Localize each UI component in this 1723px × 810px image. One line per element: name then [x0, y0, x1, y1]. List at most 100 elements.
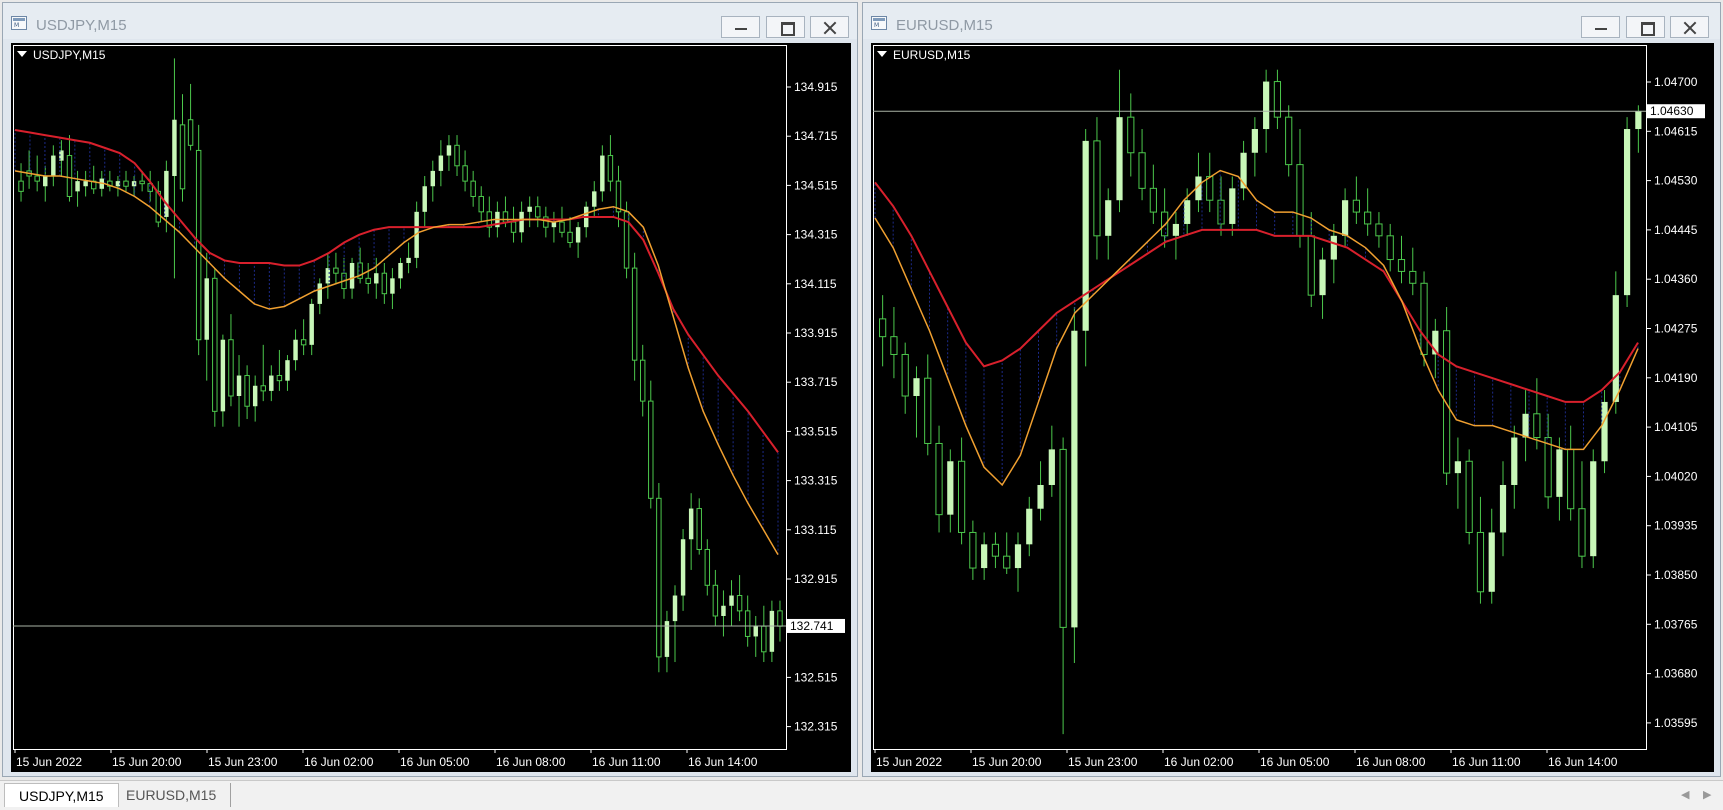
candle-body-bull — [83, 181, 88, 187]
price-chart[interactable]: 134.915 134.715 134.515 134.315 134.115 133.9… — [11, 43, 851, 772]
price-tick-label: 1.03595 — [1654, 716, 1698, 730]
candle-body-bear — [502, 211, 509, 223]
candle-body-bull — [406, 257, 411, 263]
candle-body-bull — [309, 303, 314, 345]
candle-body-bear — [777, 610, 783, 627]
candle-body-bear — [365, 277, 371, 284]
chart-canvas[interactable]: 134.915 134.715 134.515 134.315 134.115 133.9… — [11, 43, 851, 772]
candle-body-bull — [51, 155, 56, 177]
maximize-button[interactable] — [1626, 16, 1665, 38]
candle-body-bear — [1127, 116, 1135, 154]
maximize-button[interactable] — [766, 16, 805, 38]
close-button[interactable] — [1670, 16, 1709, 38]
candle-body-bull — [527, 206, 532, 212]
candle-body-bear — [901, 353, 909, 397]
candle-body-bull — [1522, 413, 1529, 438]
candle-body-bull — [220, 339, 226, 412]
candle-body-bull — [1319, 259, 1326, 296]
candle-body-bull — [43, 176, 48, 187]
candle-body-bull — [1105, 200, 1112, 236]
candle-body-bull — [1635, 111, 1642, 130]
candle-body-bear — [957, 460, 966, 533]
plot-frame — [13, 45, 787, 750]
close-button[interactable] — [810, 16, 849, 38]
candle-body-bear — [761, 625, 767, 653]
candle-body-bear — [639, 359, 646, 402]
candle-body-bear — [736, 595, 743, 612]
candle-body-bear — [935, 442, 943, 516]
candle-body-bear — [704, 548, 711, 586]
candle-body-bear — [1409, 270, 1417, 284]
price-tick-label: 1.03850 — [1654, 568, 1698, 582]
price-tick-label: 1.04445 — [1654, 223, 1698, 237]
candle-body-bear — [139, 180, 145, 185]
candle-body-bull — [1341, 200, 1349, 236]
ma-slow-line — [14, 128, 779, 453]
window-titlebar[interactable]: M EURUSD,M15 — [863, 3, 1720, 39]
candle-body-bull — [398, 262, 403, 279]
candle-body-bull — [390, 278, 395, 294]
chart-window-usdjpy[interactable]: M USDJPY,M15 134.915 134.715 134.515 134.31… — [2, 2, 858, 777]
candle-body-bear — [1567, 448, 1575, 510]
price-tick-label: 1.03765 — [1654, 617, 1698, 631]
price-chart[interactable]: 1.04700 1.04615 1.04530 1.04445 1.04360 1.042… — [871, 43, 1714, 772]
candle-body-bear — [559, 221, 565, 233]
current-price-label: 132.741 — [790, 619, 834, 633]
candle-body-bull — [75, 181, 80, 192]
time-tick-label: 15 Jun 20:00 — [112, 755, 182, 769]
time-tick-label: 15 Jun 2022 — [876, 755, 942, 769]
candle-body-bull — [600, 155, 605, 192]
candle-body-bull — [1014, 544, 1022, 569]
price-tick-label: 132.915 — [794, 572, 838, 586]
tab-eurusd[interactable]: EURUSD,M15 — [112, 783, 232, 807]
chart-canvas[interactable]: 1.04700 1.04615 1.04530 1.04445 1.04360 1.042… — [871, 43, 1714, 772]
candle-body-bear — [260, 385, 266, 392]
candle-body-bull — [688, 508, 694, 540]
candle-body-bear — [187, 119, 194, 146]
candle-body-bear — [1296, 164, 1304, 237]
candle-body-bear — [244, 375, 250, 407]
chart-window-eurusd[interactable]: M EURUSD,M15 1.04700 1.04615 1.04530 1.0444… — [862, 2, 1721, 777]
chart-window-icon: M — [871, 16, 887, 30]
time-tick-label: 15 Jun 23:00 — [208, 755, 278, 769]
candle-body-bear — [543, 216, 549, 228]
tab-usdjpy[interactable]: USDJPY,M15 — [4, 783, 119, 807]
candle-body-bear — [631, 267, 638, 361]
time-tick-label: 16 Jun 05:00 — [400, 755, 470, 769]
tab-scroll-left-icon[interactable]: ◀ — [1681, 788, 1689, 801]
candle-body-bull — [204, 278, 209, 340]
price-tick-label: 1.04275 — [1654, 322, 1698, 336]
price-tick-label: 132.315 — [794, 720, 838, 734]
candle-body-bear — [890, 336, 898, 355]
candle-body-bull — [551, 222, 557, 228]
candle-body-bull — [1263, 81, 1270, 130]
time-tick-label: 15 Jun 2022 — [16, 755, 82, 769]
time-tick-label: 16 Jun 02:00 — [1164, 755, 1234, 769]
window-titlebar[interactable]: M USDJPY,M15 — [3, 3, 857, 39]
tab-scroll-right-icon[interactable]: ▶ — [1703, 788, 1711, 801]
price-tick-label: 132.515 — [794, 670, 838, 684]
candle-body-bear — [1443, 330, 1451, 474]
candle-body-bull — [1184, 200, 1191, 224]
candles-group — [879, 69, 1642, 735]
minimize-button[interactable] — [1581, 16, 1620, 38]
candles-group — [18, 58, 783, 673]
candle-body-bull — [519, 211, 524, 233]
time-tick-label: 16 Jun 14:00 — [688, 755, 758, 769]
chart-symbol-label[interactable]: EURUSD,M15 — [877, 48, 970, 62]
candle-body-bear — [195, 149, 202, 341]
candle-body-bull — [592, 191, 597, 207]
minimize-button[interactable] — [721, 16, 760, 38]
candle-body-bull — [1601, 401, 1608, 462]
chart-window-icon: M — [11, 16, 27, 30]
candle-body-bear — [648, 400, 654, 499]
candle-body-bull — [438, 155, 444, 171]
chart-symbol-label[interactable]: USDJPY,M15 — [17, 48, 105, 62]
candle-body-bear — [510, 221, 517, 233]
candle-body-bull — [913, 378, 920, 396]
candle-body-bear — [381, 272, 388, 295]
candle-body-bear — [478, 195, 484, 213]
price-tick-label: 1.04190 — [1654, 371, 1698, 385]
price-tick-label: 133.715 — [794, 375, 838, 389]
candle-body-bull — [664, 621, 670, 657]
